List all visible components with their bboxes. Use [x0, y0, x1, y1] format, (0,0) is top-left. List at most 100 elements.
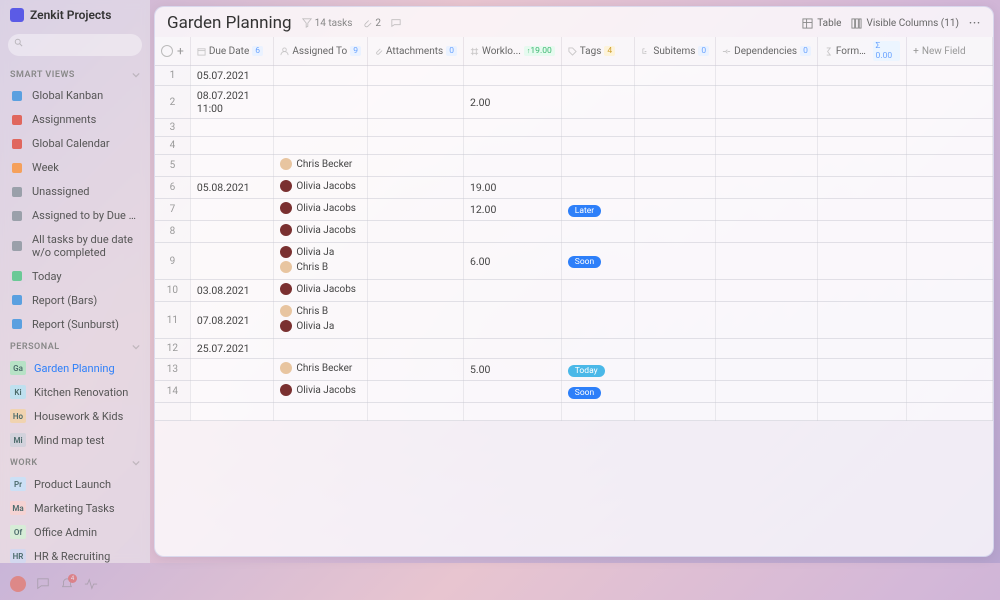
- cell-dependencies[interactable]: [716, 339, 818, 359]
- smart-view-item[interactable]: Assignments: [0, 108, 150, 132]
- table-row[interactable]: 4: [155, 137, 993, 155]
- table-row[interactable]: 3: [155, 119, 993, 137]
- cell-tags[interactable]: Later: [561, 199, 635, 221]
- smart-view-item[interactable]: Report (Bars): [0, 288, 150, 312]
- col-tags[interactable]: Tags4: [561, 37, 635, 66]
- table-row[interactable]: 7 Olivia Jacobs 12.00 Later: [155, 199, 993, 221]
- col-workload[interactable]: Worklo...↑19.00: [463, 37, 561, 66]
- project-item[interactable]: PrProduct Launch: [0, 472, 150, 496]
- select-all-icon[interactable]: [161, 45, 173, 57]
- cell-formula[interactable]: [817, 302, 906, 339]
- cell-assigned[interactable]: Olivia Jacobs: [274, 280, 368, 302]
- cell-assigned[interactable]: Olivia Ja Chris B: [274, 243, 368, 280]
- cell-new[interactable]: [907, 155, 993, 177]
- chat-icon[interactable]: [391, 18, 401, 28]
- cell-duedate[interactable]: 07.08.2021: [190, 302, 274, 339]
- smart-views-header[interactable]: SMART VIEWS: [0, 64, 150, 84]
- cell-workload[interactable]: 19.00: [463, 177, 561, 199]
- cell-assigned[interactable]: [274, 339, 368, 359]
- project-item[interactable]: MiMind map test: [0, 428, 150, 452]
- cell-formula[interactable]: [817, 66, 906, 86]
- cell-tags[interactable]: [561, 137, 635, 155]
- cell-assigned[interactable]: Olivia Jacobs: [274, 177, 368, 199]
- smart-view-item[interactable]: Unassigned: [0, 180, 150, 204]
- assignee-chip[interactable]: Olivia Jacobs: [280, 384, 356, 396]
- cell-duedate[interactable]: [190, 119, 274, 137]
- smart-view-item[interactable]: Global Calendar: [0, 132, 150, 156]
- tag-pill[interactable]: Today: [568, 365, 605, 377]
- add-row-icon[interactable]: +: [177, 44, 184, 58]
- cell-subitems[interactable]: [635, 359, 716, 381]
- cell-attachments[interactable]: [367, 339, 463, 359]
- tag-pill[interactable]: Later: [568, 205, 601, 217]
- project-item[interactable]: HRHR & Recruiting: [0, 544, 150, 568]
- view-switch-table[interactable]: Table: [802, 18, 841, 29]
- cell-subitems[interactable]: [635, 119, 716, 137]
- more-menu[interactable]: ···: [969, 18, 981, 29]
- cell-formula[interactable]: [817, 86, 906, 119]
- cell-new[interactable]: [907, 199, 993, 221]
- cell-new[interactable]: [907, 177, 993, 199]
- cell-duedate[interactable]: [190, 221, 274, 243]
- assignee-chip[interactable]: Olivia Jacobs: [280, 283, 356, 295]
- cell-workload[interactable]: 5.00: [463, 359, 561, 381]
- cell-assigned[interactable]: Olivia Jacobs: [274, 221, 368, 243]
- user-avatar[interactable]: [10, 576, 26, 592]
- cell-duedate[interactable]: [190, 381, 274, 403]
- cell-duedate[interactable]: [190, 137, 274, 155]
- cell-workload[interactable]: [463, 381, 561, 403]
- cell-duedate[interactable]: 05.08.2021: [190, 177, 274, 199]
- work-header[interactable]: WORK: [0, 452, 150, 472]
- cell-subitems[interactable]: [635, 302, 716, 339]
- col-assigned[interactable]: Assigned To9: [274, 37, 368, 66]
- cell-new[interactable]: [907, 137, 993, 155]
- assignee-chip[interactable]: Olivia Jacobs: [280, 224, 356, 236]
- table-row-empty[interactable]: [155, 403, 993, 421]
- notifications-icon[interactable]: 4: [60, 577, 74, 591]
- cell-attachments[interactable]: [367, 177, 463, 199]
- table-row[interactable]: 1 05.07.2021: [155, 66, 993, 86]
- cell-workload[interactable]: [463, 280, 561, 302]
- cell-assigned[interactable]: [274, 137, 368, 155]
- cell-duedate[interactable]: [190, 359, 274, 381]
- cell-tags[interactable]: Soon: [561, 381, 635, 403]
- cell-new[interactable]: [907, 243, 993, 280]
- cell-attachments[interactable]: [367, 155, 463, 177]
- cell-tags[interactable]: [561, 119, 635, 137]
- col-dependencies[interactable]: Dependencies0: [716, 37, 818, 66]
- cell-new[interactable]: [907, 280, 993, 302]
- table-row[interactable]: 5 Chris Becker: [155, 155, 993, 177]
- smart-view-item[interactable]: All tasks by due date w/o completed: [0, 228, 150, 264]
- cell-workload[interactable]: 12.00: [463, 199, 561, 221]
- cell-duedate[interactable]: 25.07.2021: [190, 339, 274, 359]
- cell-dependencies[interactable]: [716, 177, 818, 199]
- app-logo[interactable]: Zenkit Projects: [0, 0, 150, 30]
- table-row[interactable]: 2 08.07.2021 11:00 2.00: [155, 86, 993, 119]
- cell-dependencies[interactable]: [716, 280, 818, 302]
- cell-new[interactable]: [907, 359, 993, 381]
- cell-new[interactable]: [907, 302, 993, 339]
- cell-duedate[interactable]: 03.08.2021: [190, 280, 274, 302]
- tag-pill[interactable]: Soon: [568, 387, 601, 399]
- cell-workload[interactable]: [463, 66, 561, 86]
- cell-duedate[interactable]: [190, 155, 274, 177]
- cell-workload[interactable]: [463, 155, 561, 177]
- table-row[interactable]: 10 03.08.2021 Olivia Jacobs: [155, 280, 993, 302]
- table-wrap[interactable]: + Due Date6 Assigned To9 Attachments0 Wo…: [155, 37, 993, 556]
- attach-meta[interactable]: 2: [362, 18, 381, 29]
- project-item[interactable]: OfOffice Admin: [0, 520, 150, 544]
- project-item[interactable]: GaGarden Planning: [0, 356, 150, 380]
- tag-pill[interactable]: Soon: [568, 256, 601, 268]
- cell-formula[interactable]: [817, 280, 906, 302]
- table-row[interactable]: 11 07.08.2021 Chris B Olivia Ja: [155, 302, 993, 339]
- assignee-chip[interactable]: Olivia Jacobs: [280, 180, 356, 192]
- cell-attachments[interactable]: [367, 137, 463, 155]
- cell-subitems[interactable]: [635, 155, 716, 177]
- project-item[interactable]: HoHousework & Kids: [0, 404, 150, 428]
- assignee-chip[interactable]: Chris Becker: [280, 362, 352, 374]
- project-item[interactable]: MaMarketing Tasks: [0, 496, 150, 520]
- cell-tags[interactable]: [561, 302, 635, 339]
- cell-duedate[interactable]: [190, 199, 274, 221]
- cell-new[interactable]: [907, 119, 993, 137]
- cell-assigned[interactable]: [274, 119, 368, 137]
